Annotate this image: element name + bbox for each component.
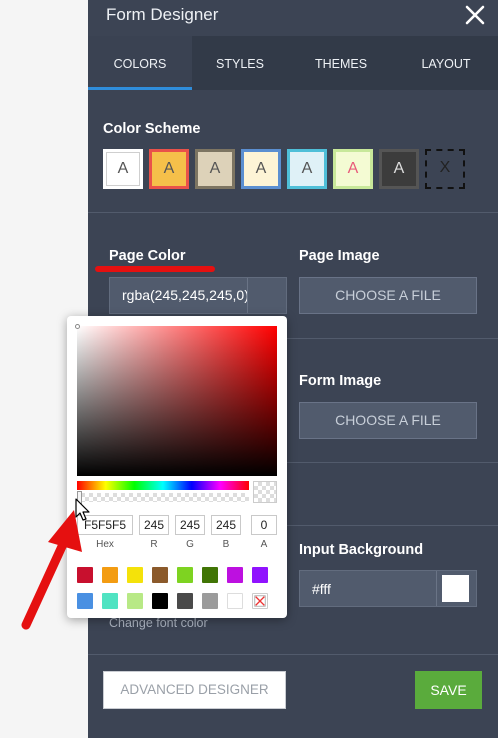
page-color-value: rgba(245,245,245,0) [122, 287, 247, 303]
red-input[interactable]: 245 [139, 515, 169, 535]
annotation-arrow-icon [21, 510, 82, 630]
color-scheme-swatch-4[interactable]: A [241, 149, 281, 189]
input-background-label: Input Background [299, 542, 424, 558]
palette-swatch-1-2[interactable] [102, 567, 118, 583]
input-background-value: #fff [312, 581, 331, 597]
color-scheme-swatch-2[interactable]: A [149, 149, 189, 189]
color-scheme-swatch-8[interactable]: X [425, 149, 465, 189]
page-color-swatch[interactable] [247, 278, 286, 313]
no-color-icon [254, 595, 266, 607]
palette-swatch-2-4[interactable] [152, 593, 168, 609]
input-background-swatch-button[interactable] [436, 571, 476, 606]
tab-styles[interactable]: STYLES [192, 36, 288, 90]
green-input[interactable]: 245 [175, 515, 205, 535]
font-color-hint: Change font color [109, 616, 208, 630]
palette-swatch-1-3[interactable] [127, 567, 143, 583]
advanced-designer-button[interactable]: ADVANCED DESIGNER [103, 671, 286, 709]
page-color-label: Page Color [109, 248, 186, 264]
palette-swatch-2-8[interactable] [252, 593, 268, 609]
tab-layout[interactable]: LAYOUT [394, 36, 498, 90]
palette-swatch-1-4[interactable] [152, 567, 168, 583]
saturation-handle[interactable] [75, 324, 80, 329]
palette-swatch-1-7[interactable] [227, 567, 243, 583]
divider [88, 654, 498, 655]
palette-swatch-2-5[interactable] [177, 593, 193, 609]
color-scheme-swatch-3[interactable]: A [195, 149, 235, 189]
color-scheme-label: Color Scheme [103, 121, 201, 137]
palette-swatch-2-7[interactable] [227, 593, 243, 609]
palette-swatch-1-6[interactable] [202, 567, 218, 583]
form-image-choose-button[interactable]: CHOOSE A FILE [299, 402, 477, 439]
close-icon [465, 5, 485, 25]
color-preview [253, 481, 277, 503]
save-button[interactable]: SAVE [415, 671, 482, 709]
hue-slider[interactable] [77, 481, 249, 490]
blue-input[interactable]: 245 [211, 515, 241, 535]
blue-label: B [222, 539, 230, 550]
green-label: G [186, 539, 194, 550]
page-image-choose-button[interactable]: CHOOSE A FILE [299, 277, 477, 314]
color-scheme-swatch-5[interactable]: A [287, 149, 327, 189]
palette-swatch-2-2[interactable] [102, 593, 118, 609]
input-background-input[interactable]: #fff [299, 570, 477, 607]
palette-swatch-1-8[interactable] [252, 567, 268, 583]
palette-swatch-2-3[interactable] [127, 593, 143, 609]
red-label: R [150, 539, 158, 550]
color-scheme-swatch-1[interactable]: A [103, 149, 143, 189]
palette-swatch-1-5[interactable] [177, 567, 193, 583]
tab-colors[interactable]: COLORS [88, 36, 192, 90]
alpha-input[interactable]: 0 [251, 515, 277, 535]
close-button[interactable] [462, 2, 488, 28]
palette-swatch-2-6[interactable] [202, 593, 218, 609]
page-image-label: Page Image [299, 248, 380, 264]
color-scheme-swatch-7[interactable]: A [379, 149, 419, 189]
panel-title: Form Designer [106, 5, 219, 24]
saturation-area[interactable] [75, 324, 277, 476]
tab-themes[interactable]: THEMES [288, 36, 394, 90]
tab-bar: COLORS STYLES THEMES LAYOUT [88, 36, 498, 90]
divider [88, 212, 498, 213]
page-color-input[interactable]: rgba(245,245,245,0) [109, 277, 287, 314]
alpha-label: A [260, 539, 268, 550]
form-image-label: Form Image [299, 373, 382, 389]
panel-header: Form Designer [88, 0, 498, 36]
annotation-underline [95, 266, 215, 272]
color-scheme-swatch-6[interactable]: A [333, 149, 373, 189]
input-background-swatch [442, 575, 469, 602]
